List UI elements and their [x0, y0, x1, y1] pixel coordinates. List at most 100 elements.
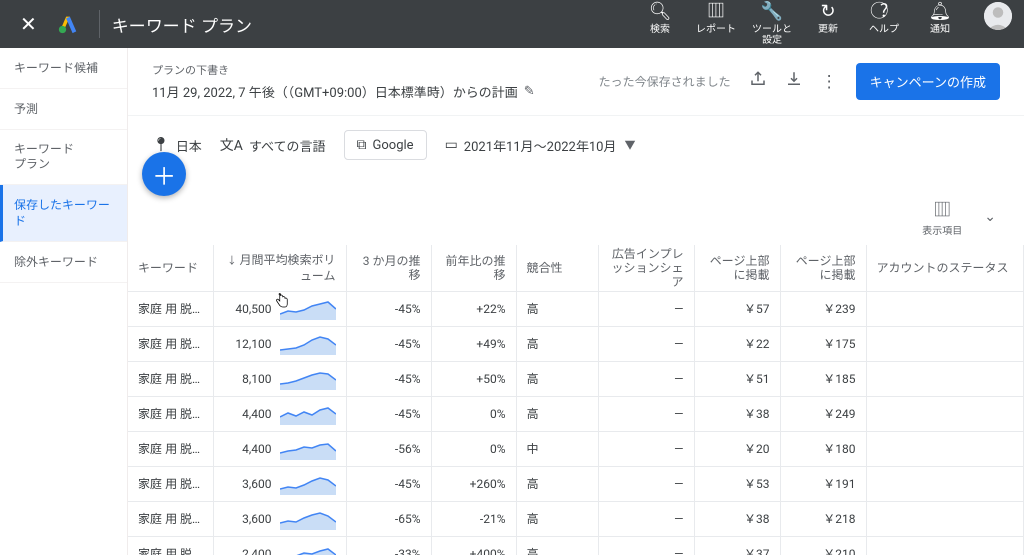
sidebar-item-forecast[interactable]: 予測: [0, 89, 127, 130]
cell-volume: 12,100: [213, 326, 346, 361]
columns-button[interactable]: ▥ 表示項目: [922, 196, 962, 237]
top-bar: ✕ キーワード プラン 🔍︎検索 ▥レポート 🔧ツールと 設定 ↻更新 ?⃝ヘル…: [0, 0, 1024, 48]
cell-impr: —: [598, 291, 694, 326]
sparkline-icon: [280, 543, 336, 555]
sidebar-item-negative-keywords[interactable]: 除外キーワード: [0, 242, 127, 283]
add-button[interactable]: ＋: [142, 152, 186, 196]
cell-account: [866, 501, 1024, 536]
share-icon[interactable]: [749, 70, 767, 93]
table-row[interactable]: 家庭 用 脱毛 ... 8,100 -45% +50% 高 — ￥51 ￥185: [128, 361, 1024, 396]
cell-3m: -45%: [346, 326, 431, 361]
cell-3m: -45%: [346, 466, 431, 501]
col-impr-share[interactable]: 広告インプレッションシェア: [598, 245, 694, 291]
cell-top-low: ￥38: [694, 501, 780, 536]
cell-impr: —: [598, 536, 694, 555]
expand-button[interactable]: ⌄: [976, 205, 1004, 229]
col-top-high[interactable]: ページ上部に掲載: [780, 245, 866, 291]
search-icon: 🔍︎: [649, 2, 672, 22]
cell-yoy: -21%: [431, 501, 516, 536]
cell-yoy: +50%: [431, 361, 516, 396]
col-yoy[interactable]: 前年比の推移: [431, 245, 516, 291]
avatar[interactable]: [984, 2, 1012, 30]
cell-yoy: +49%: [431, 326, 516, 361]
cell-top-low: ￥57: [694, 291, 780, 326]
report-icon: ▥: [707, 2, 725, 22]
help-tool[interactable]: ?⃝ヘルプ: [864, 2, 904, 35]
filter-language[interactable]: 文A すべての言語: [220, 135, 326, 155]
cell-competition: 高: [516, 291, 598, 326]
sparkline-icon: [280, 403, 336, 425]
more-icon[interactable]: ⋮: [821, 72, 838, 92]
cell-account: [866, 326, 1024, 361]
divider: [99, 10, 100, 38]
sidebar-item-suggestions[interactable]: キーワード候補: [0, 48, 127, 89]
col-competition[interactable]: 競合性: [516, 245, 598, 291]
cell-keyword: 家庭 用 脱毛 ...: [128, 536, 213, 555]
cell-3m: -33%: [346, 536, 431, 555]
calendar-icon: ▭: [445, 137, 458, 153]
sparkline-icon: [280, 368, 336, 390]
cell-top-low: ￥20: [694, 431, 780, 466]
table-row[interactable]: 家庭 用 脱毛 ... 4,400 -56% 0% 中 — ￥20 ￥180: [128, 431, 1024, 466]
sidebar-item-saved-keywords[interactable]: 保存したキーワード: [0, 185, 127, 242]
cell-competition: 高: [516, 501, 598, 536]
col-top-low[interactable]: ページ上部に掲載: [694, 245, 780, 291]
search-tool[interactable]: 🔍︎検索: [640, 2, 680, 35]
ads-logo-icon: [57, 13, 79, 35]
table-row[interactable]: 家庭 用 脱毛 ... 3,600 -45% +260% 高 — ￥53 ￥19…: [128, 466, 1024, 501]
keyword-table: キーワード ↓ 月間平均検索ボリューム 3 か月の推移 前年比の推移 競合性 広…: [128, 245, 1024, 555]
cell-top-low: ￥37: [694, 536, 780, 555]
cell-volume: 3,600: [213, 501, 346, 536]
cell-keyword: 家庭 用 脱毛 器: [128, 291, 213, 326]
cell-yoy: +400%: [431, 536, 516, 555]
table-header-row: キーワード ↓ 月間平均検索ボリューム 3 か月の推移 前年比の推移 競合性 広…: [128, 245, 1024, 291]
col-keyword[interactable]: キーワード: [128, 245, 213, 291]
col-volume[interactable]: ↓ 月間平均検索ボリューム: [213, 245, 346, 291]
cell-keyword: 家庭 用 脱毛 ...: [128, 326, 213, 361]
cell-3m: -56%: [346, 431, 431, 466]
sidebar-item-keyword-plan[interactable]: キーワード プラン: [0, 130, 127, 185]
table-row[interactable]: 家庭 用 脱毛 ... 2,400 -33% +400% 高 — ￥37 ￥21…: [128, 536, 1024, 555]
filter-network[interactable]: ⧉ Google: [344, 130, 427, 160]
cell-top-high: ￥210: [780, 536, 866, 555]
sparkline-icon: [280, 473, 336, 495]
cell-competition: 中: [516, 431, 598, 466]
page-title: キーワード プラン: [112, 12, 252, 37]
report-tool[interactable]: ▥レポート: [696, 2, 736, 35]
cell-impr: —: [598, 466, 694, 501]
cell-top-high: ￥239: [780, 291, 866, 326]
cell-volume: 40,500: [213, 291, 346, 326]
download-icon[interactable]: [785, 70, 803, 93]
cell-3m: -45%: [346, 396, 431, 431]
cell-impr: —: [598, 361, 694, 396]
table-row[interactable]: 家庭 用 脱毛 器 40,500 -45% +22% 高 — ￥57 ￥239: [128, 291, 1024, 326]
notify-tool[interactable]: 🔔︎通知: [920, 2, 960, 35]
table-row[interactable]: 家庭 用 脱毛 ... 4,400 -45% 0% 高 — ￥38 ￥249: [128, 396, 1024, 431]
filter-date-range[interactable]: ▭ 2021年11月～2022年10月 ▼: [445, 136, 636, 155]
cell-keyword: 家庭 用 脱毛 ...: [128, 466, 213, 501]
cell-3m: -45%: [346, 361, 431, 396]
cell-volume: 4,400: [213, 431, 346, 466]
cell-account: [866, 361, 1024, 396]
col-3m[interactable]: 3 か月の推移: [346, 245, 431, 291]
table-row[interactable]: 家庭 用 脱毛 ... 12,100 -45% +49% 高 — ￥22 ￥17…: [128, 326, 1024, 361]
main-area: プランの下書き 11月 29, 2022, 7 午後（（GMT+09:00）日本…: [128, 48, 1024, 555]
cell-top-high: ￥218: [780, 501, 866, 536]
location-icon: 📍︎: [152, 137, 170, 153]
cell-volume: 8,100: [213, 361, 346, 396]
cell-account: [866, 466, 1024, 501]
close-icon[interactable]: ✕: [12, 12, 45, 36]
col-account[interactable]: アカウントのステータス: [866, 245, 1024, 291]
table-row[interactable]: 家庭 用 脱毛 ... 3,600 -65% -21% 高 — ￥38 ￥218: [128, 501, 1024, 536]
sparkline-icon: [280, 298, 336, 320]
cell-top-low: ￥38: [694, 396, 780, 431]
tools-settings-tool[interactable]: 🔧ツールと 設定: [752, 2, 792, 46]
plan-draft-label: プランの下書き: [152, 62, 535, 78]
cell-keyword: 家庭 用 脱毛 ...: [128, 501, 213, 536]
edit-icon[interactable]: ✎: [524, 84, 535, 99]
plan-header: プランの下書き 11月 29, 2022, 7 午後（（GMT+09:00）日本…: [128, 48, 1024, 115]
plan-line: 11月 29, 2022, 7 午後（（GMT+09:00）日本標準時）からの計…: [152, 82, 535, 101]
sort-desc-icon: ↓: [227, 256, 239, 267]
create-campaign-button[interactable]: キャンペーンの作成: [856, 63, 1000, 100]
refresh-tool[interactable]: ↻更新: [808, 2, 848, 35]
